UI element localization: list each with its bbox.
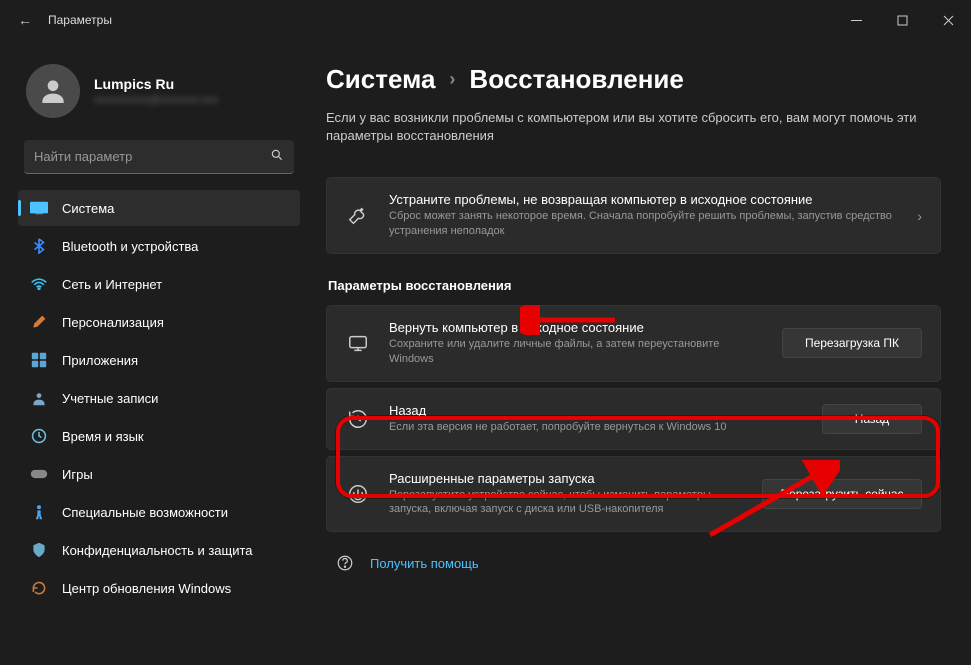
sidebar-item-label: Приложения — [62, 353, 138, 368]
help-link[interactable]: Получить помощь — [326, 554, 941, 572]
accessibility-icon — [30, 503, 48, 521]
nav-list: Система Bluetooth и устройства Сеть и Ин… — [18, 190, 300, 665]
sidebar-item-label: Персонализация — [62, 315, 164, 330]
user-name: Lumpics Ru — [94, 76, 218, 92]
chevron-right-icon: › — [449, 69, 455, 90]
restart-now-button[interactable]: Перезагрузить сейчас — [762, 479, 922, 509]
sidebar-item-label: Система — [62, 201, 114, 216]
content-pane: Система › Восстановление Если у вас возн… — [310, 40, 971, 665]
search-input[interactable] — [34, 149, 270, 164]
advanced-startup-card: Расширенные параметры запуска Перезапуст… — [326, 456, 941, 533]
sidebar-item-label: Игры — [62, 467, 93, 482]
reset-pc-button[interactable]: Перезагрузка ПК — [782, 328, 922, 358]
power-icon — [345, 483, 371, 505]
card-desc: Перезапустите устройство сейчас, чтобы и… — [389, 488, 744, 518]
chevron-right-icon: › — [917, 208, 922, 224]
title-bar: ← Параметры — [0, 0, 971, 40]
accounts-icon — [30, 389, 48, 407]
sidebar-item-label: Время и язык — [62, 429, 144, 444]
window-title: Параметры — [48, 13, 112, 27]
card-title: Расширенные параметры запуска — [389, 471, 744, 486]
window-controls — [833, 0, 971, 40]
back-button[interactable]: ← — [18, 12, 32, 28]
reset-icon — [345, 332, 371, 354]
avatar — [26, 64, 80, 118]
reset-pc-card: Вернуть компьютер в исходное состояние С… — [326, 305, 941, 382]
brush-icon — [30, 313, 48, 331]
sidebar-item-label: Учетные записи — [62, 391, 158, 406]
sidebar-item-label: Сеть и Интернет — [62, 277, 162, 292]
sidebar-item-bluetooth[interactable]: Bluetooth и устройства — [18, 228, 300, 264]
card-title: Устраните проблемы, не возвращая компьют… — [389, 192, 899, 207]
gaming-icon — [30, 465, 48, 483]
clock-icon — [30, 427, 48, 445]
go-back-card: Назад Если эта версия не работает, попро… — [326, 388, 941, 450]
sidebar-item-system[interactable]: Система — [18, 190, 300, 226]
update-icon — [30, 579, 48, 597]
go-back-button[interactable]: Назад — [822, 404, 922, 434]
page-subtitle: Если у вас возникли проблемы с компьютер… — [326, 109, 941, 145]
help-icon — [332, 554, 358, 572]
search-box[interactable] — [24, 140, 294, 174]
history-icon — [345, 408, 371, 430]
sidebar-item-label: Конфиденциальность и защита — [62, 543, 253, 558]
breadcrumb-current: Восстановление — [469, 64, 683, 95]
bluetooth-icon — [30, 237, 48, 255]
card-desc: Сохраните или удалите личные файлы, а за… — [389, 337, 764, 367]
sidebar-item-network[interactable]: Сеть и Интернет — [18, 266, 300, 302]
network-icon — [30, 275, 48, 293]
close-button[interactable] — [925, 0, 971, 40]
card-desc: Сброс может занять некоторое время. Снач… — [389, 209, 899, 239]
sidebar-item-gaming[interactable]: Игры — [18, 456, 300, 492]
card-desc: Если эта версия не работает, попробуйте … — [389, 420, 804, 435]
sidebar-item-accounts[interactable]: Учетные записи — [18, 380, 300, 416]
card-title: Вернуть компьютер в исходное состояние — [389, 320, 764, 335]
breadcrumb-parent[interactable]: Система — [326, 64, 435, 95]
sidebar-item-update[interactable]: Центр обновления Windows — [18, 570, 300, 606]
breadcrumb: Система › Восстановление — [326, 64, 941, 95]
sidebar-item-label: Специальные возможности — [62, 505, 228, 520]
sidebar-item-personalization[interactable]: Персонализация — [18, 304, 300, 340]
sidebar-item-label: Центр обновления Windows — [62, 581, 231, 596]
system-icon — [30, 199, 48, 217]
help-link-text[interactable]: Получить помощь — [370, 556, 479, 571]
user-block[interactable]: Lumpics Ru xxxxxxxxxx@xxxxxxx.xxx — [18, 50, 300, 136]
section-recovery-options: Параметры восстановления — [328, 278, 941, 293]
sidebar-item-accessibility[interactable]: Специальные возможности — [18, 494, 300, 530]
sidebar: Lumpics Ru xxxxxxxxxx@xxxxxxx.xxx Систем… — [0, 40, 310, 665]
card-title: Назад — [389, 403, 804, 418]
sidebar-item-privacy[interactable]: Конфиденциальность и защита — [18, 532, 300, 568]
sidebar-item-time-language[interactable]: Время и язык — [18, 418, 300, 454]
apps-icon — [30, 351, 48, 369]
maximize-button[interactable] — [879, 0, 925, 40]
search-icon — [270, 148, 284, 165]
troubleshoot-card[interactable]: Устраните проблемы, не возвращая компьют… — [326, 177, 941, 254]
minimize-button[interactable] — [833, 0, 879, 40]
user-email: xxxxxxxxxx@xxxxxxx.xxx — [94, 94, 218, 106]
shield-icon — [30, 541, 48, 559]
sidebar-item-label: Bluetooth и устройства — [62, 239, 198, 254]
wrench-icon — [345, 205, 371, 227]
sidebar-item-apps[interactable]: Приложения — [18, 342, 300, 378]
